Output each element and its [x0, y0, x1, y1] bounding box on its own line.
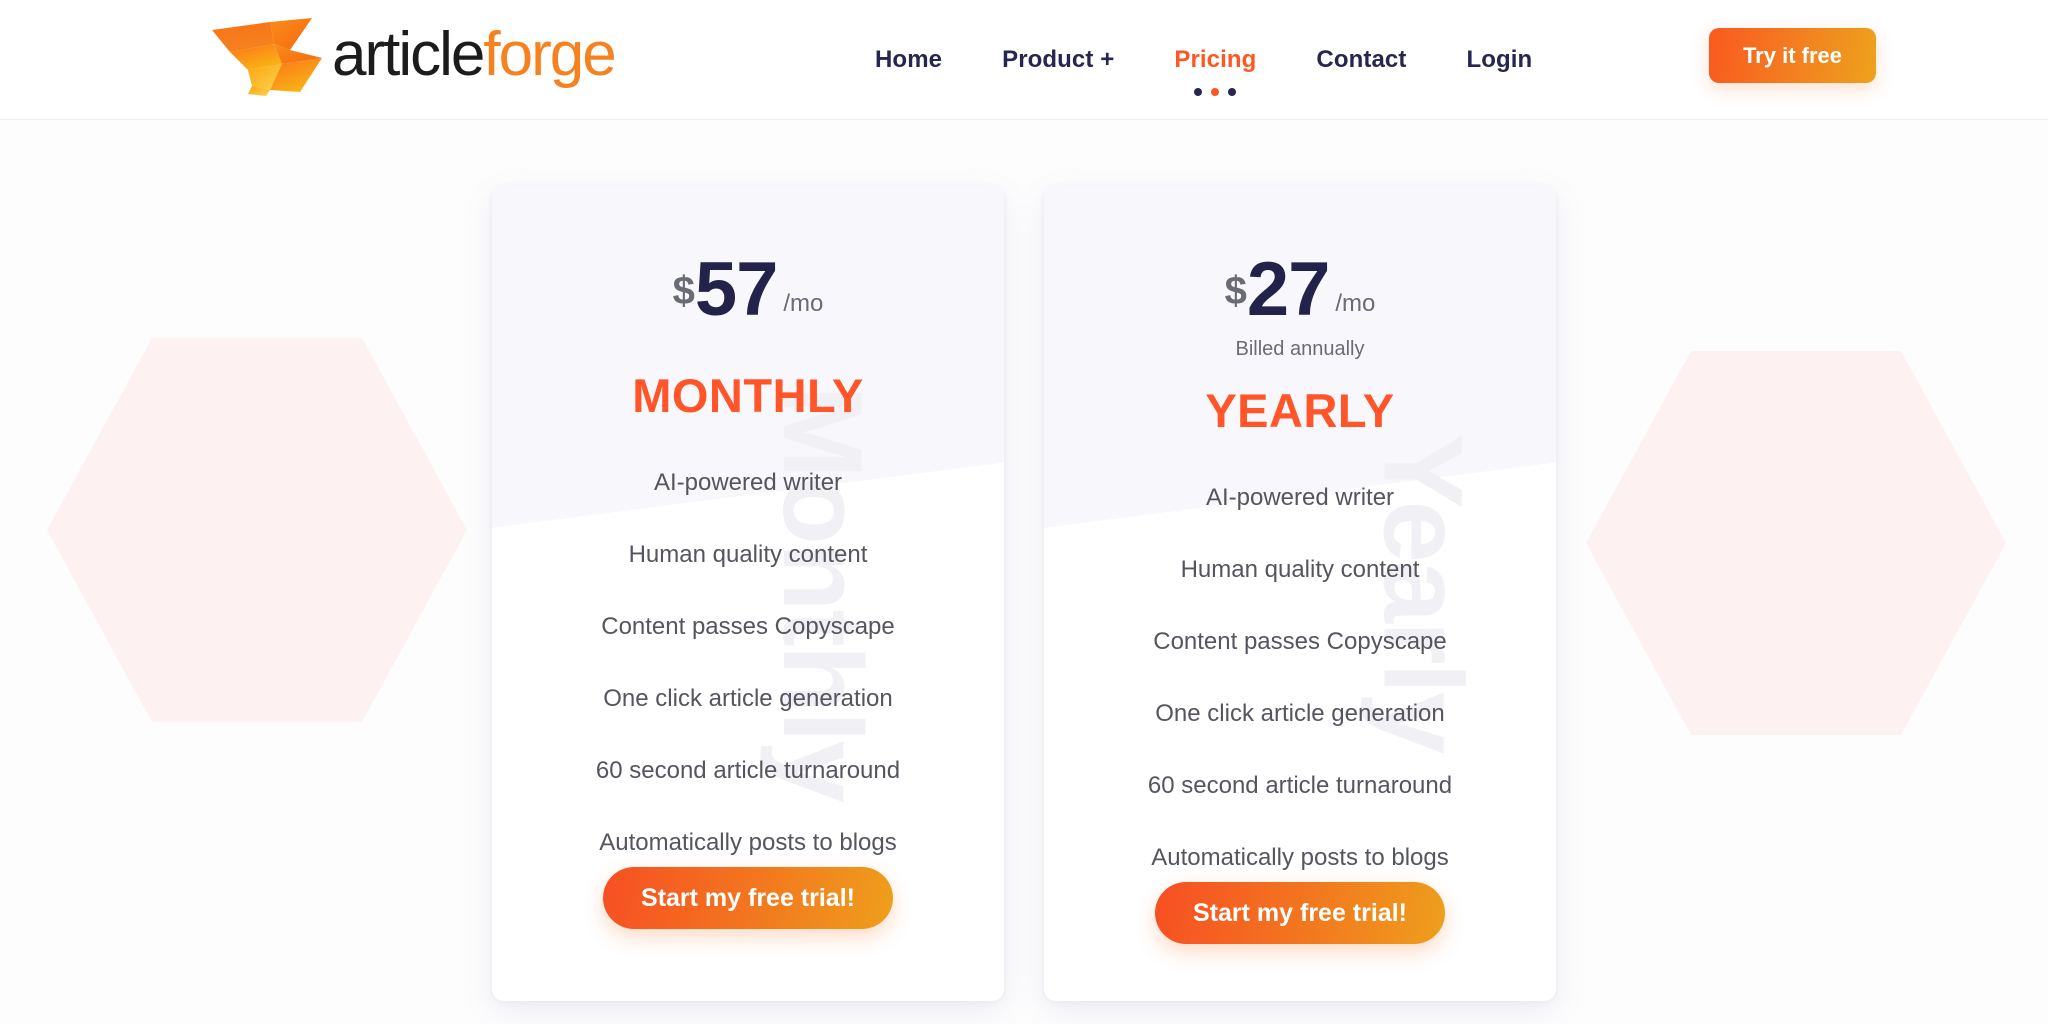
pricing-cards-container: Monthly $ 57 /mo MONTHLY AI-powered writ… — [0, 185, 2048, 1001]
nav-item-contact[interactable]: Contact — [1286, 46, 1436, 74]
feature-list-yearly: AI-powered writer Human quality content … — [1044, 474, 1556, 882]
feature-item: Automatically posts to blogs — [599, 829, 897, 857]
brand-logo[interactable]: articleforge — [208, 14, 617, 96]
feature-item: 60 second article turnaround — [1147, 772, 1453, 800]
feature-item: Content passes Copyscape — [1153, 628, 1447, 656]
feature-list-monthly: AI-powered writer Human quality content … — [492, 459, 1004, 867]
feature-item: Human quality content — [1180, 556, 1420, 584]
price-display-yearly: $ 27 /mo — [1224, 247, 1376, 332]
nav-item-home[interactable]: Home — [845, 46, 972, 74]
brand-wordmark: articleforge — [332, 14, 617, 96]
try-it-free-button[interactable]: Try it free — [1708, 28, 1876, 83]
feature-item: AI-powered writer — [653, 469, 843, 497]
currency-symbol: $ — [1224, 269, 1247, 313]
feature-item: AI-powered writer — [1205, 484, 1395, 512]
main-navigation: Home Product + Pricing Contact Login — [845, 0, 1562, 120]
billing-note-yearly: Billed annually — [1235, 338, 1365, 361]
nav-item-pricing-label: Pricing — [1174, 46, 1257, 73]
plan-title-yearly: YEARLY — [1205, 384, 1395, 438]
pricing-card-monthly: Monthly $ 57 /mo MONTHLY AI-powered writ… — [492, 185, 1004, 1001]
price-amount: 57 — [694, 247, 779, 332]
pricing-page: articleforge Home Product + Pricing Cont… — [0, 0, 2048, 1024]
feature-item: Human quality content — [628, 541, 868, 569]
price-display-monthly: $ 57 /mo — [672, 247, 824, 332]
feature-item: Automatically posts to blogs — [1151, 844, 1449, 872]
plan-title-monthly: MONTHLY — [632, 369, 864, 423]
feature-item: 60 second article turnaround — [595, 757, 901, 785]
dot-right — [1228, 88, 1237, 96]
brand-name-primary: article — [332, 20, 485, 89]
brand-name-accent: forge — [483, 20, 616, 89]
pricing-card-yearly: Yearly $ 27 /mo Billed annually YEARLY A… — [1044, 185, 1556, 1001]
feature-item: Content passes Copyscape — [601, 613, 895, 641]
active-page-dots-icon — [1194, 88, 1237, 96]
start-free-trial-button-monthly[interactable]: Start my free trial! — [603, 867, 893, 930]
price-period: /mo — [783, 290, 824, 318]
currency-symbol: $ — [672, 269, 695, 313]
price-period: /mo — [1335, 290, 1376, 318]
feature-item: One click article generation — [1155, 700, 1445, 728]
nav-item-login[interactable]: Login — [1436, 46, 1562, 74]
site-header: articleforge Home Product + Pricing Cont… — [0, 0, 2048, 120]
dot-middle — [1211, 88, 1220, 96]
nav-item-pricing[interactable]: Pricing — [1144, 46, 1286, 96]
dot-left — [1194, 88, 1203, 96]
nav-item-product[interactable]: Product + — [972, 46, 1144, 74]
origami-bird-logo-icon — [212, 18, 322, 96]
price-amount: 27 — [1246, 247, 1331, 332]
feature-item: One click article generation — [603, 685, 893, 713]
start-free-trial-button-yearly[interactable]: Start my free trial! — [1155, 882, 1445, 945]
